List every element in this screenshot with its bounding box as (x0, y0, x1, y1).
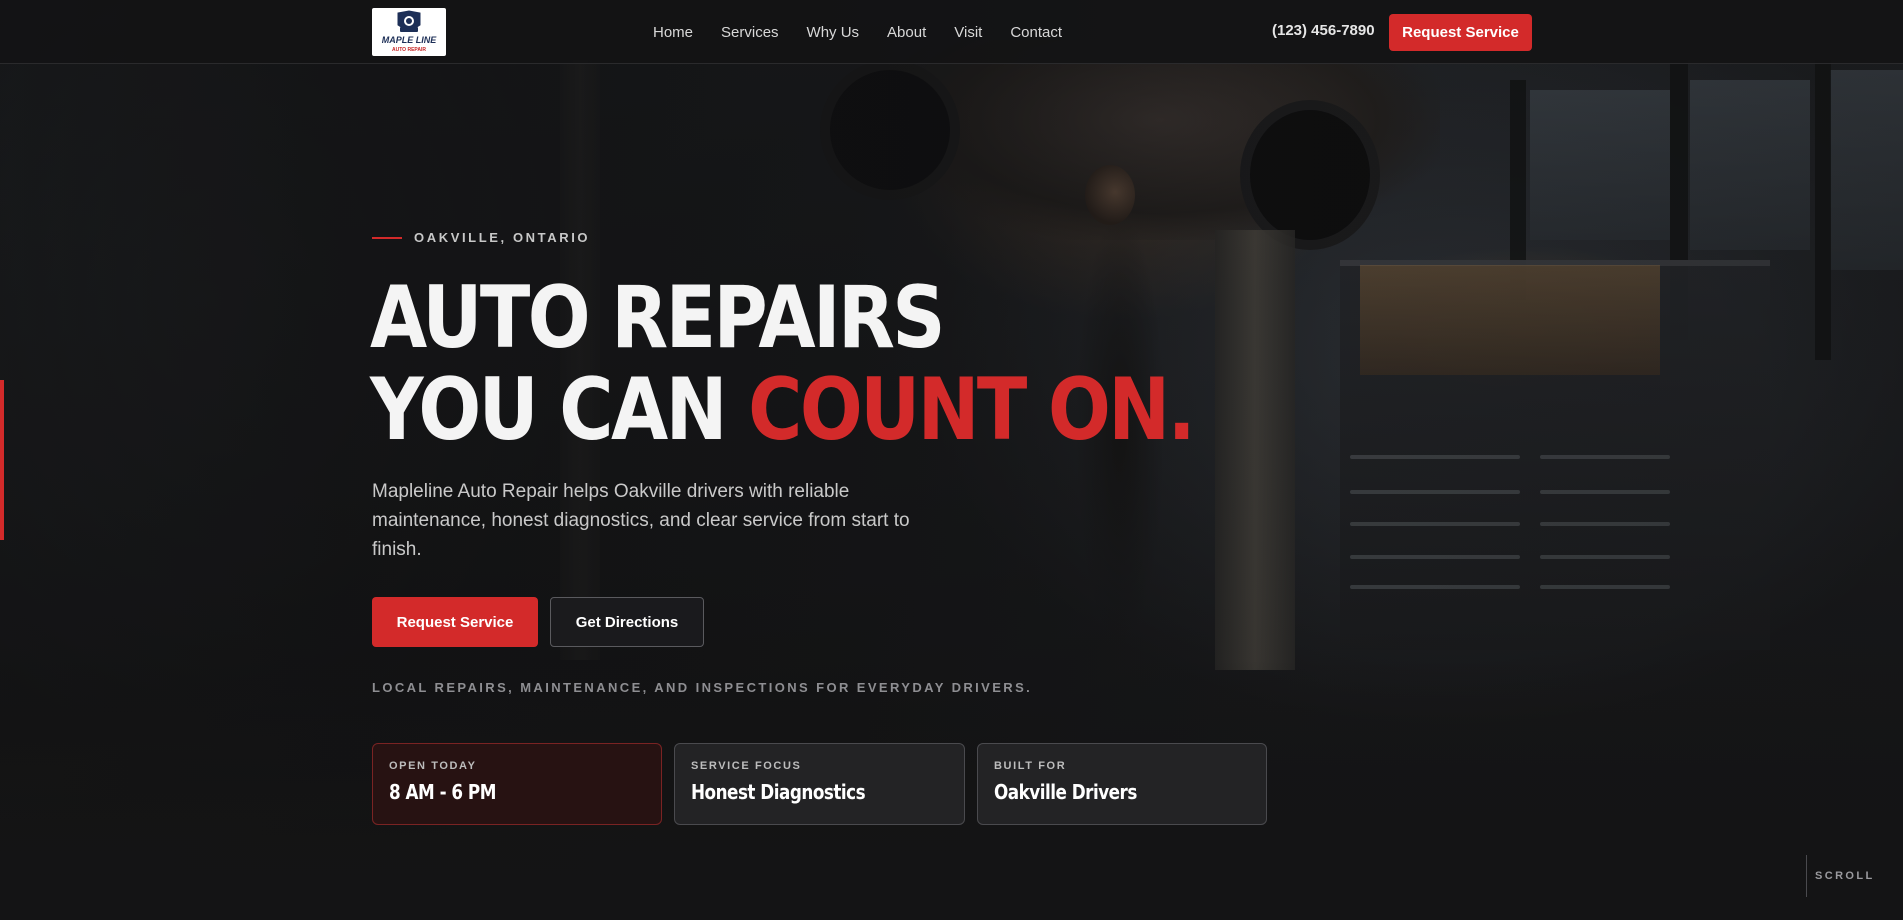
get-directions-button[interactable]: Get Directions (550, 597, 704, 647)
hero-tagline: LOCAL REPAIRS, MAINTENANCE, AND INSPECTI… (372, 680, 1033, 695)
svg-text:AUTO REPAIR: AUTO REPAIR (392, 47, 426, 53)
brand-logo[interactable]: MAPLE LINE AUTO REPAIR (372, 8, 446, 56)
card-value: Honest Diagnostics (691, 780, 866, 804)
nav-link-why-us[interactable]: Why Us (807, 24, 860, 41)
card-value: 8 AM - 6 PM (389, 780, 496, 804)
card-value: Oakville Drivers (994, 780, 1137, 804)
accent-side-bar (0, 380, 4, 540)
location-label: OAKVILLE, ONTARIO (414, 230, 591, 245)
hero-request-service-button[interactable]: Request Service (372, 597, 538, 647)
scroll-label: SCROLL (1815, 870, 1875, 882)
main-nav: Home Services Why Us About Visit Contact (653, 0, 1062, 64)
navbar: MAPLE LINE AUTO REPAIR Home Services Why… (0, 0, 1903, 64)
svg-text:MAPLE LINE: MAPLE LINE (382, 35, 437, 45)
nav-link-visit[interactable]: Visit (954, 24, 982, 41)
nav-link-services[interactable]: Services (721, 24, 779, 41)
nav-link-contact[interactable]: Contact (1010, 24, 1062, 41)
logo-mark-icon: MAPLE LINE AUTO REPAIR (382, 10, 437, 53)
scroll-indicator[interactable]: SCROLL (1806, 855, 1875, 897)
card-label: BUILT FOR (994, 760, 1067, 772)
hero-eyebrow: OAKVILLE, ONTARIO (372, 230, 590, 245)
hero-headline: AUTO REPAIRS YOU CAN COUNT ON. (370, 272, 1196, 456)
nav-link-home[interactable]: Home (653, 24, 693, 41)
hero-description: Mapleline Auto Repair helps Oakville dri… (372, 481, 910, 560)
headline-highlight: COUNT ON. (748, 360, 1196, 460)
info-card-hours: OPEN TODAY 8 AM - 6 PM (372, 743, 662, 825)
nav-request-service-button[interactable]: Request Service (1389, 14, 1532, 51)
info-card-built-for: BUILT FOR Oakville Drivers (977, 743, 1267, 825)
headline-line-1: AUTO REPAIRS (370, 268, 946, 368)
info-card-service-focus: SERVICE FOCUS Honest Diagnostics (674, 743, 965, 825)
card-label: SERVICE FOCUS (691, 760, 802, 772)
phone-link[interactable]: (123) 456-7890 (1272, 22, 1375, 39)
nav-link-about[interactable]: About (887, 24, 926, 41)
eyebrow-divider (372, 236, 402, 239)
headline-line-2: YOU CAN (370, 360, 749, 460)
card-label: OPEN TODAY (389, 760, 477, 772)
